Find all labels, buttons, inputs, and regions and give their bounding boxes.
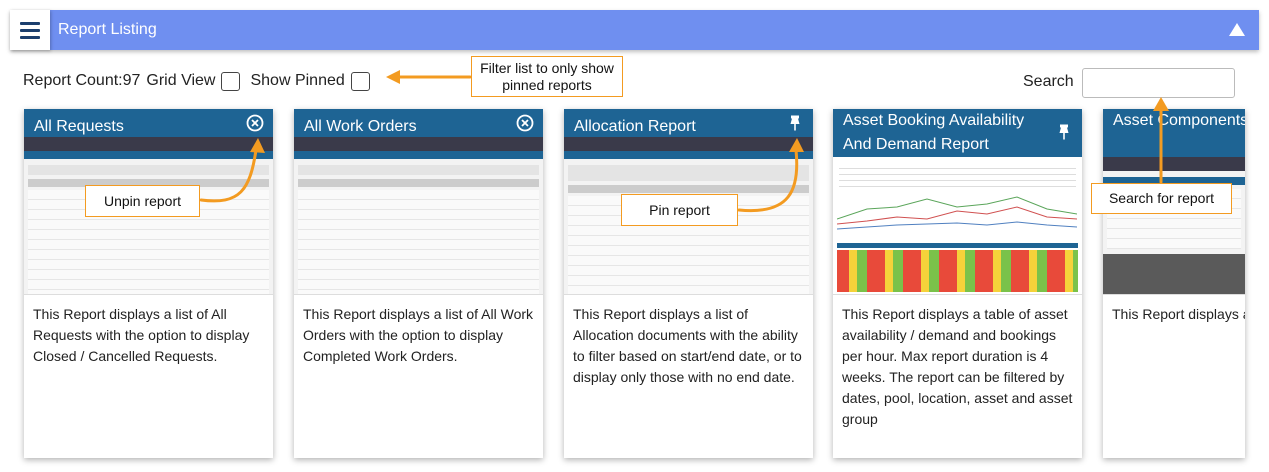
grid-view-label: Grid View bbox=[146, 72, 216, 89]
top-header-bar: Report Listing bbox=[10, 10, 1259, 50]
pin-icon[interactable] bbox=[786, 114, 804, 132]
card-description: This Report displays a list of All Reque… bbox=[33, 306, 250, 364]
search-label: Search bbox=[1023, 73, 1074, 90]
card-title: Asset Booking Availability And Demand Re… bbox=[843, 112, 1025, 153]
callout-pin-report: Pin report bbox=[621, 194, 738, 226]
unpin-icon[interactable] bbox=[516, 114, 534, 132]
report-thumbnail bbox=[833, 157, 1082, 295]
show-pinned-label: Show Pinned bbox=[250, 72, 345, 89]
callout-unpin-report: Unpin report bbox=[85, 185, 200, 217]
report-card-all-requests[interactable]: All Requests This Report displays a list… bbox=[24, 109, 273, 458]
pin-icon[interactable] bbox=[1055, 123, 1073, 141]
card-title: All Requests bbox=[34, 118, 124, 135]
hamburger-menu-icon[interactable] bbox=[10, 10, 50, 50]
card-description: This Report displays a list of Allocatio… bbox=[573, 306, 802, 385]
card-title: Asset Components bbox=[1113, 112, 1245, 129]
unpin-icon[interactable] bbox=[246, 114, 264, 132]
page-title: Report Listing bbox=[58, 21, 157, 38]
callout-filter-pinned: Filter list to only show pinned reports bbox=[471, 56, 623, 97]
card-title: All Work Orders bbox=[304, 118, 417, 135]
report-card-asset-components[interactable]: Asset Components This Report displays a … bbox=[1103, 109, 1245, 458]
card-header: Allocation Report bbox=[564, 109, 813, 137]
card-header: Asset Booking Availability And Demand Re… bbox=[833, 109, 1082, 157]
show-pinned-checkbox[interactable] bbox=[350, 71, 370, 91]
report-count: Report Count:97 bbox=[23, 72, 141, 89]
callout-search-report: Search for report bbox=[1091, 183, 1232, 214]
card-description: This Report displays a list of Asset Com… bbox=[1112, 306, 1245, 322]
collapse-up-icon[interactable] bbox=[1229, 23, 1245, 36]
report-thumbnail bbox=[294, 137, 543, 295]
card-header: All Requests bbox=[24, 109, 273, 137]
card-header: Asset Components bbox=[1103, 109, 1245, 157]
report-card-allocation-report[interactable]: Allocation Report This Report displays a… bbox=[564, 109, 813, 458]
report-thumbnail bbox=[1103, 157, 1245, 295]
search-input[interactable] bbox=[1082, 68, 1235, 98]
report-toolbar: Report Count:97 Grid View Show Pinned bbox=[23, 70, 370, 92]
report-card-asset-booking[interactable]: Asset Booking Availability And Demand Re… bbox=[833, 109, 1082, 458]
card-title: Allocation Report bbox=[574, 118, 696, 135]
card-description: This Report displays a list of All Work … bbox=[303, 306, 534, 364]
report-card-all-work-orders[interactable]: All Work Orders This Report displays a l… bbox=[294, 109, 543, 458]
grid-view-checkbox[interactable] bbox=[221, 71, 241, 91]
card-description: This Report displays a table of asset av… bbox=[842, 306, 1073, 427]
card-header: All Work Orders bbox=[294, 109, 543, 137]
